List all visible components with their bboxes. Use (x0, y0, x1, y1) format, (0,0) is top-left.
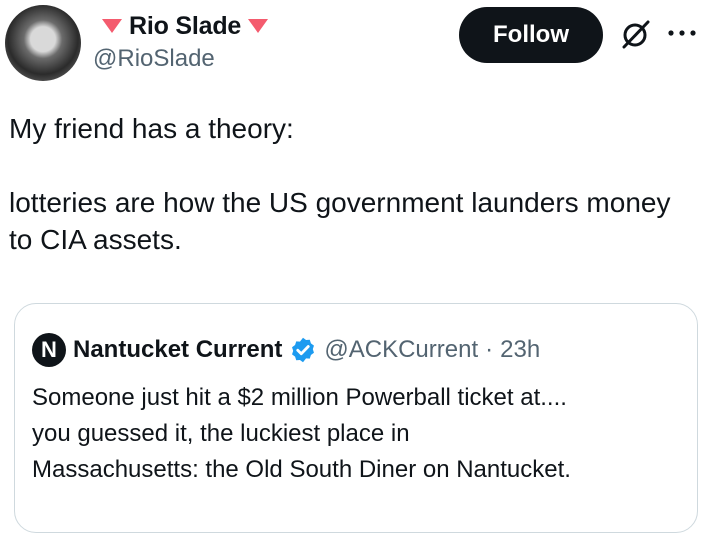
more-options-icon[interactable] (664, 18, 700, 48)
quoted-timestamp[interactable]: 23h (500, 336, 540, 364)
tweet-text: My friend has a theory: lotteries are ho… (9, 113, 671, 255)
author-avatar[interactable] (5, 5, 81, 81)
separator-dot: · (485, 336, 494, 363)
triangle-icon (248, 19, 269, 33)
quoted-author-name[interactable]: Nantucket Current (73, 336, 282, 364)
author-handle[interactable]: @RioSlade (93, 45, 215, 73)
verified-badge-icon (292, 337, 315, 363)
quoted-tweet-text: Someone just hit a $2 million Powerball … (32, 384, 571, 483)
quoted-tweet[interactable]: N Nantucket Current @ACKCurrent · 23h So… (14, 303, 698, 533)
follow-button[interactable]: Follow (459, 7, 603, 63)
author-name[interactable]: Rio Slade (129, 12, 241, 41)
quoted-author-handle[interactable]: @ACKCurrent (324, 336, 478, 364)
author-name-row[interactable]: Rio Slade (102, 10, 269, 42)
triangle-icon (102, 19, 122, 33)
quoted-tweet-header: N Nantucket Current @ACKCurrent · 23h (32, 330, 540, 370)
grok-icon[interactable] (620, 18, 652, 50)
quoted-author-avatar[interactable]: N (32, 333, 66, 367)
